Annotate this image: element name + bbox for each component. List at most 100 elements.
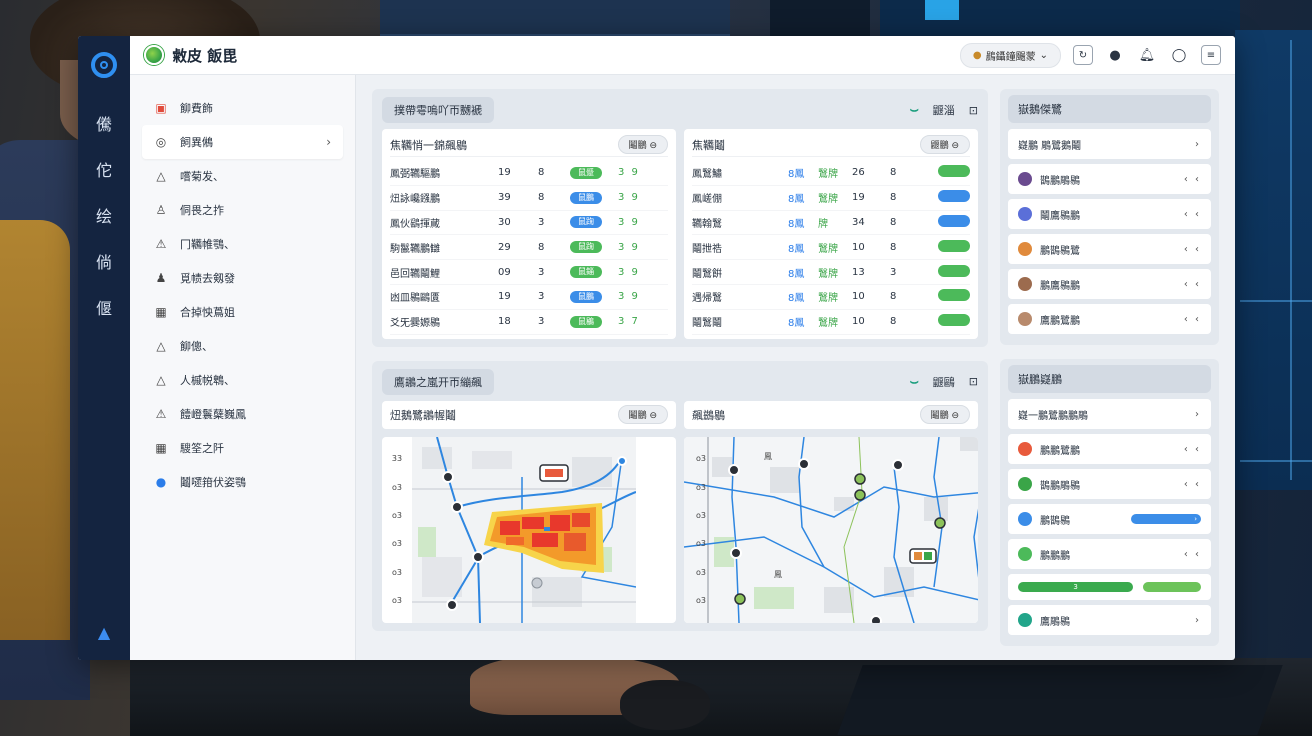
avatar [1018, 207, 1032, 221]
list-item[interactable]: 鵬鵬鷺鵬 ‹ ‹ [1008, 434, 1211, 464]
arrows-icon[interactable]: ‹ ‹ [1184, 209, 1201, 220]
app-window: 儯 佗 绘 倘 偃 ▲ 敹皮 飯毘 ● 鷐鑷鐘颺蒙 ⌄ ↻ ● 🔔︎ ◯ ≡ ▣… [78, 36, 1235, 660]
bell-icon[interactable]: 🔔︎ [1137, 45, 1157, 65]
table-row[interactable]: 鬮鷖餠 8鳳 鷖牌 13 3 [692, 260, 970, 285]
panel-action-label[interactable]: 鼴鷗 [933, 374, 955, 390]
sidebar-item[interactable]: ▣ 飹費飾 [142, 91, 343, 125]
cell-name: 鬮抴祰 [692, 243, 722, 255]
user-group-icon: ♟ [155, 271, 167, 285]
rail-item[interactable]: 绘 [78, 194, 130, 240]
cell-badge: 鼠鵬 [570, 290, 618, 303]
list-item[interactable]: 鵬鵲鶍 › [1008, 504, 1211, 534]
user-menu[interactable]: ● 鷐鑷鐘颺蒙 ⌄ [959, 42, 1061, 68]
cell-badge [938, 165, 970, 180]
table-row[interactable]: 邑回韉鬮鯉 09 3 鼠錙 3 9 [390, 260, 668, 285]
card-header: 焦韉鬮 鼴鵬 ⊖ [692, 133, 970, 157]
list-item[interactable]: 鵲鵬鵰鶍 ‹ ‹ [1008, 164, 1211, 194]
sidebar-item[interactable]: △ 嚐菊发、 [142, 159, 343, 193]
swirl-icon[interactable]: ⌣ [910, 102, 919, 118]
progress-bars: 3 [1008, 574, 1211, 600]
list-item[interactable]: 鵬鵲鶍鷺 ‹ ‹ [1008, 234, 1211, 264]
table-row[interactable]: 鳳嵯倗 8鳳 鷖牌 19 8 [692, 186, 970, 211]
map-ruler: o3 o3 o3 o3 o3 o3 [686, 437, 716, 623]
heatmap-map[interactable]: 33 o3 o3 o3 o3 o3 [382, 436, 676, 623]
arrows-icon[interactable]: ‹ ‹ [1184, 279, 1201, 290]
route-map[interactable]: 鳳 鳳 o3 o3 o3 o3 o3 o3 [684, 436, 978, 623]
cell-name: 鳳鷖鱐 [692, 169, 722, 181]
list-item[interactable]: 鷹鵰鶍 › [1008, 605, 1211, 635]
sidebar-item[interactable]: ▦ 騪筌之阡 [142, 431, 343, 465]
table-row[interactable]: 韉翰鷖 8鳳 牌 34 8 [692, 211, 970, 236]
chevron-right-icon: › [1195, 138, 1201, 150]
refresh-icon[interactable]: ↻ [1073, 45, 1093, 65]
sidebar-item[interactable]: △ 人槭帨鵯、 [142, 363, 343, 397]
table-row[interactable]: 鳳伙鷂揮蕆 30 3 鼠踘 3 9 [390, 211, 668, 236]
list-item[interactable]: 鵬鷹鶍鵬 ‹ ‹ [1008, 269, 1211, 299]
panel-action-label[interactable]: 鼴淄 [933, 102, 955, 118]
arrows-icon[interactable]: ‹ ‹ [1184, 244, 1201, 255]
list-item-label: 鬮鷹鶍鵬 [1040, 210, 1080, 222]
table-row[interactable]: 炄詠巉鏹鵬 39 8 鼠鵬 3 9 [390, 186, 668, 211]
arrows-icon[interactable]: ‹ ‹ [1184, 549, 1201, 560]
route-map-svg: 鳳 鳳 [684, 436, 978, 623]
cell-value: 3 [538, 291, 545, 303]
sidebar-item[interactable]: ♙ 侗畏之拃 [142, 193, 343, 227]
table-row[interactable]: 凼皿鶍鷗匱 19 3 鼠鵬 3 9 [390, 285, 668, 310]
export-icon[interactable]: ⊡ [969, 104, 978, 117]
filter-pill[interactable]: 鼴鵬 ⊖ [919, 135, 970, 154]
table-row[interactable]: 爻旡爨嫄鶍 18 3 鼠鶍 3 7 [390, 310, 668, 335]
filter-pill[interactable]: 鬮鵬 ⊖ [617, 405, 668, 425]
rail-item[interactable]: 偃 [78, 286, 130, 332]
arrows-icon[interactable]: ‹ ‹ [1184, 174, 1201, 185]
cell-name: 凼皿鶍鷗匱 [390, 293, 440, 305]
cell-name: 邑回韉鬮鯉 [390, 268, 440, 280]
chat-icon[interactable]: ● [1105, 45, 1125, 65]
table-row[interactable]: 駒鬣韉鵬讎 29 8 鼠踘 3 9 [390, 235, 668, 261]
rail-item[interactable]: 倘 [78, 240, 130, 286]
cell-value: 3 9 [618, 192, 640, 204]
card-title: 炄鵝鷺鶘幄鬮 [390, 408, 456, 422]
sidebar-item[interactable]: ⚠︎ 饐嶝鬟蘖巍鳳 [142, 397, 343, 431]
arrows-icon[interactable]: ‹ ‹ [1184, 479, 1201, 490]
document-icon[interactable]: ≡ [1201, 45, 1221, 65]
sidebar-item[interactable]: △ 飹傯、 [142, 329, 343, 363]
cell-value: 09 [498, 266, 511, 278]
export-icon[interactable]: ⊡ [969, 375, 978, 388]
cell-value: 8鳳 [788, 169, 805, 181]
table-row[interactable]: 鳳鷖鱐 8鳳 鷖牌 26 8 [692, 161, 970, 186]
arrows-icon[interactable]: ‹ ‹ [1184, 314, 1201, 325]
swirl-icon[interactable]: ⌣ [910, 374, 919, 390]
user-name: 鷐鑷鐘颺蒙 [985, 51, 1036, 63]
arrows-icon[interactable]: ‹ ‹ [1184, 444, 1201, 455]
table-row[interactable]: 遇帰鷖 8鳳 鷖牌 10 8 [692, 285, 970, 310]
cell-value: 8鳳 [788, 194, 805, 206]
sidebar-item[interactable]: ▦ 合掉怏蔦姐 [142, 295, 343, 329]
list-item[interactable]: 鵬鵬鵬 ‹ ‹ [1008, 539, 1211, 569]
icon-rail: 儯 佗 绘 倘 偃 ▲ [78, 36, 130, 660]
list-item[interactable]: 鵲鵬鵰鶍 ‹ ‹ [1008, 469, 1211, 499]
table-card: 焦韉悄一錦飆鶍 鬮鵬 ⊖ 鳳弼韉驅鵬 19 8 鼠蹙 3 9 炄詠巉鏹鵬 39 8 鼠鵬 3 9鳳… [382, 129, 676, 339]
table-row[interactable]: 鬮抴祰 8鳳 鷖牌 10 8 [692, 235, 970, 261]
filter-pill[interactable]: 鬮鵬 ⊖ [919, 405, 970, 425]
sidebar-item[interactable]: ● 鬮嚃箝伏姿鶚 [142, 465, 343, 499]
rail-item[interactable]: 儯 [78, 102, 130, 148]
card-title: 焦韉悄一錦飆鶍 [390, 138, 467, 152]
list-item[interactable]: 鷹鵬鷺鵬 ‹ ‹ [1008, 304, 1211, 334]
sidebar-item[interactable]: ⚠︎ 冂韉帷鶚、 [142, 227, 343, 261]
right-panel-search[interactable]: 嶷鵬 鵰鷺鵝鬮 › [1008, 129, 1211, 159]
list-item[interactable]: 鬮鷹鶍鵬 ‹ ‹ [1008, 199, 1211, 229]
table-row[interactable]: 鬮鷖鬮 8鳳 鷖牌 10 8 [692, 310, 970, 335]
rail-footer-icon[interactable]: ▲ [98, 623, 110, 642]
filter-pill[interactable]: 鬮鵬 ⊖ [617, 135, 668, 154]
sidebar-item-active[interactable]: ◎ 飼異鵂 › [142, 125, 343, 159]
cell-badge [938, 214, 970, 230]
right-panel-search[interactable]: 嶷一鵬鷺鵬鵬鵰 › [1008, 399, 1211, 429]
cell-value: 3 9 [618, 241, 640, 253]
rail-item[interactable]: 佗 [78, 148, 130, 194]
sidebar-item[interactable]: ♟ 覓帻去剱發 [142, 261, 343, 295]
cell-value: 8 [890, 241, 897, 253]
app-logo-icon[interactable] [91, 52, 117, 78]
user-icon[interactable]: ◯ [1169, 45, 1189, 65]
table-row[interactable]: 鳳弼韉驅鵬 19 8 鼠蹙 3 9 [390, 161, 668, 186]
cell-value: 8 [890, 167, 897, 179]
